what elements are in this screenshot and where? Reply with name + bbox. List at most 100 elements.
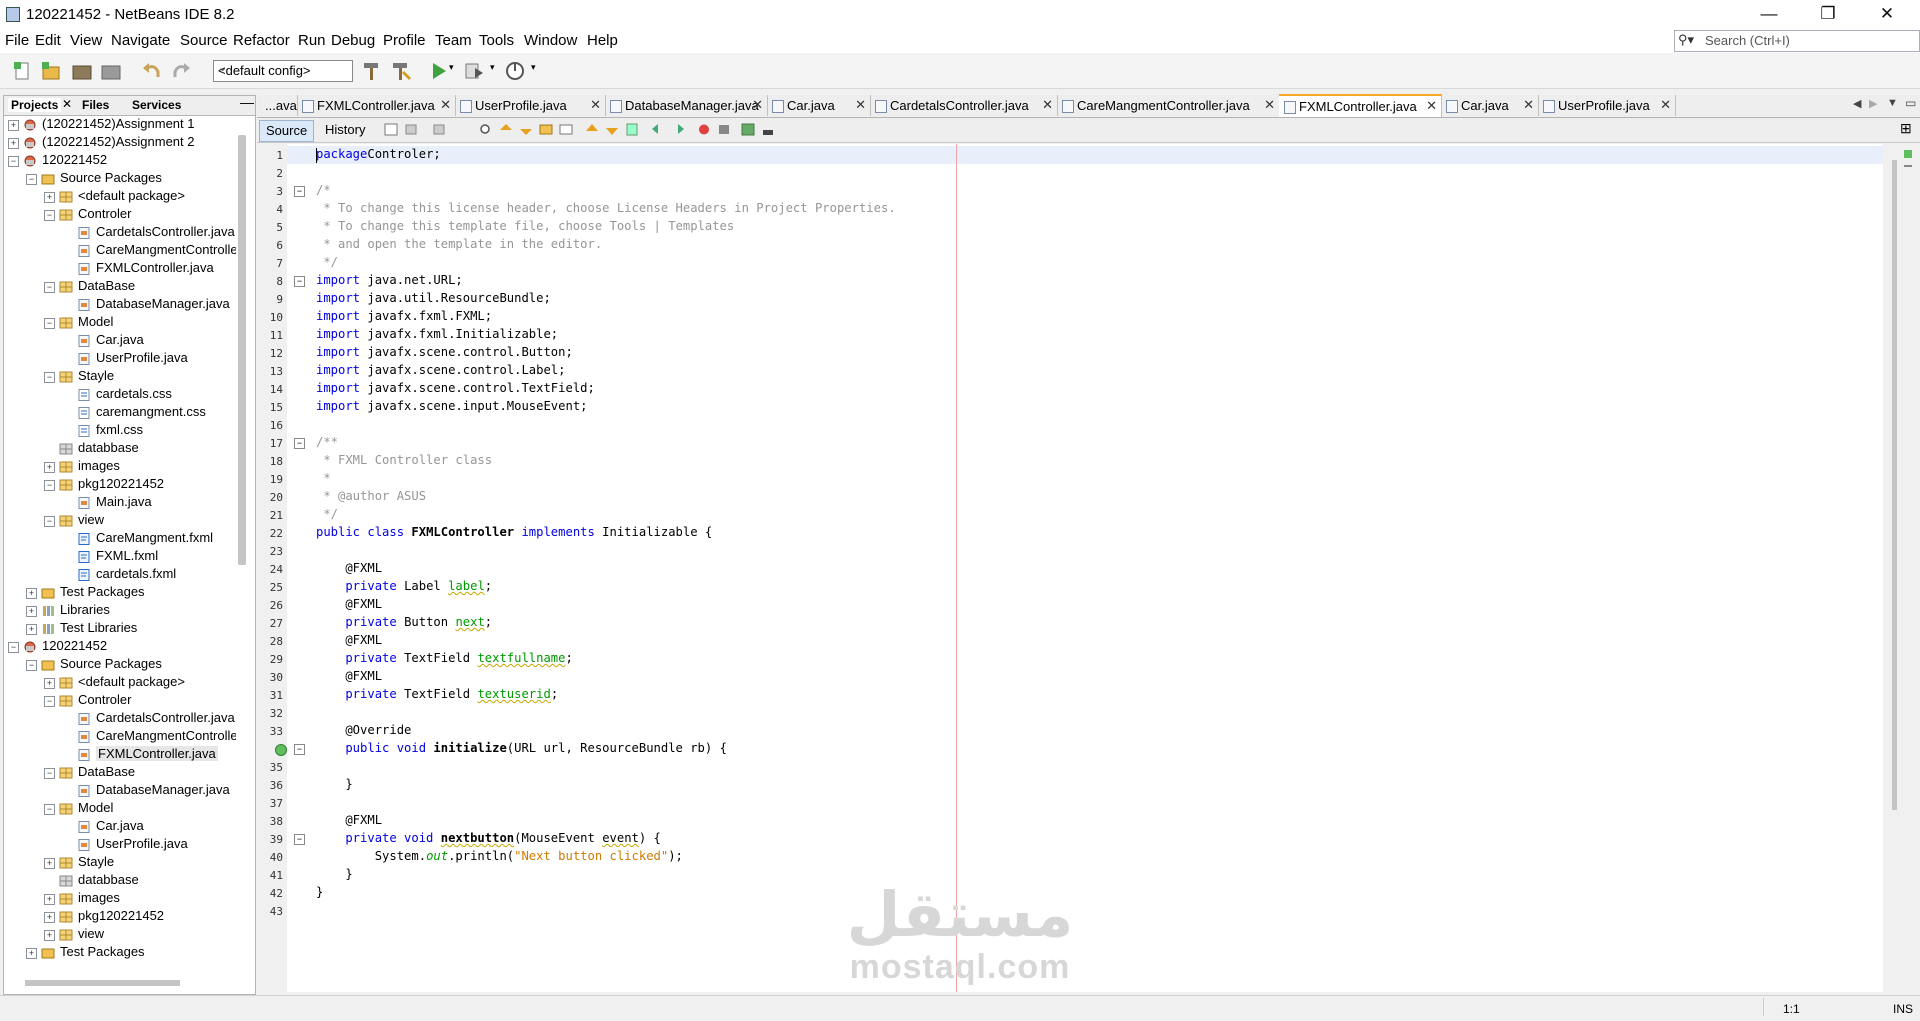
- tree-node[interactable]: FXML.fxml: [4, 548, 236, 566]
- editor-scrollbar-thumb[interactable]: [1892, 160, 1897, 810]
- tree-node[interactable]: DatabaseManager.java: [4, 782, 236, 800]
- menu-tools[interactable]: Tools: [479, 32, 514, 49]
- redo-icon[interactable]: [170, 60, 192, 82]
- start-macro-icon[interactable]: [697, 123, 711, 136]
- tree-node[interactable]: + images: [4, 890, 236, 908]
- collapse-icon[interactable]: −: [44, 516, 55, 527]
- expand-icon[interactable]: +: [44, 912, 55, 923]
- editor-tab[interactable]: UserProfile.java ✕: [1538, 95, 1676, 116]
- expand-icon[interactable]: +: [8, 120, 19, 131]
- fold-toggle-icon[interactable]: −: [294, 744, 305, 755]
- prev-bookmark-icon[interactable]: [585, 123, 599, 136]
- tree-node[interactable]: − Model: [4, 800, 236, 818]
- tree-node[interactable]: Main.java: [4, 494, 236, 512]
- config-select[interactable]: <default config> ⌄: [213, 60, 353, 82]
- close-project-icon[interactable]: [100, 60, 122, 82]
- menu-refactor[interactable]: Refactor: [233, 32, 290, 49]
- collapse-icon[interactable]: −: [44, 696, 55, 707]
- menu-window[interactable]: Window: [524, 32, 577, 49]
- tree-node[interactable]: − Controler: [4, 206, 236, 224]
- run-dropdown-icon[interactable]: ▾: [449, 62, 454, 73]
- tree-node[interactable]: − Controler: [4, 692, 236, 710]
- close-tab-icon[interactable]: ✕: [1660, 97, 1671, 113]
- maximize-editor-icon[interactable]: ▭: [1905, 96, 1916, 110]
- close-tab-icon[interactable]: ✕: [62, 97, 72, 111]
- debug-project-icon[interactable]: [463, 60, 485, 82]
- close-tab-icon[interactable]: ✕: [752, 97, 763, 113]
- tree-node[interactable]: CareMangment.fxml: [4, 530, 236, 548]
- undo-icon[interactable]: [141, 60, 163, 82]
- tree-node[interactable]: UserProfile.java: [4, 836, 236, 854]
- clean-build-icon[interactable]: [390, 60, 412, 82]
- editor-tab[interactable]: CareMangmentController.java ✕: [1057, 95, 1280, 116]
- tree-node[interactable]: + Test Libraries: [4, 620, 236, 638]
- collapse-icon[interactable]: −: [44, 282, 55, 293]
- close-window-button[interactable]: ✕: [1864, 3, 1910, 25]
- run-project-icon[interactable]: [428, 60, 450, 82]
- collapse-icon[interactable]: −: [44, 480, 55, 491]
- menu-team[interactable]: Team: [435, 32, 472, 49]
- tree-node[interactable]: UserProfile.java: [4, 350, 236, 368]
- next-bookmark-icon[interactable]: [605, 123, 619, 136]
- collapse-icon[interactable]: −: [44, 804, 55, 815]
- tree-node[interactable]: − Stayle: [4, 368, 236, 386]
- tree-node[interactable]: databbase: [4, 440, 236, 458]
- tree-node[interactable]: − Source Packages: [4, 656, 236, 674]
- find-previous-icon[interactable]: [499, 123, 513, 136]
- fold-toggle-icon[interactable]: −: [294, 276, 305, 287]
- find-icon[interactable]: [479, 123, 493, 136]
- expand-icon[interactable]: +: [44, 894, 55, 905]
- editor-tab[interactable]: FXMLController.java ✕: [1279, 94, 1442, 117]
- build-hammer-icon[interactable]: [361, 60, 383, 82]
- history-view-button[interactable]: History: [319, 120, 371, 140]
- tree-node[interactable]: caremangment.css: [4, 404, 236, 422]
- split-editor-icon[interactable]: ⊞: [1900, 120, 1912, 137]
- tree-node[interactable]: DatabaseManager.java: [4, 296, 236, 314]
- tree-node[interactable]: fxml.css: [4, 422, 236, 440]
- menu-file[interactable]: File: [5, 32, 29, 49]
- back-icon[interactable]: [405, 123, 419, 136]
- editor-tab[interactable]: FXMLController.java ✕: [297, 95, 456, 116]
- close-tab-icon[interactable]: ✕: [1042, 97, 1053, 113]
- expand-icon[interactable]: +: [26, 606, 37, 617]
- tree-node[interactable]: − 120221452: [4, 638, 236, 656]
- collapse-icon[interactable]: −: [26, 174, 37, 185]
- minimize-panel-icon[interactable]: —: [240, 94, 254, 110]
- collapse-icon[interactable]: −: [8, 156, 19, 167]
- tree-node[interactable]: Car.java: [4, 332, 236, 350]
- search-input[interactable]: ⚲▾ Search (Ctrl+I): [1674, 30, 1920, 52]
- tree-node[interactable]: + images: [4, 458, 236, 476]
- fold-toggle-icon[interactable]: −: [294, 438, 305, 449]
- editor-tab[interactable]: UserProfile.java ✕: [455, 95, 606, 116]
- new-project-icon[interactable]: [40, 60, 62, 82]
- tree-node[interactable]: + Stayle: [4, 854, 236, 872]
- menu-profile[interactable]: Profile: [383, 32, 426, 49]
- menu-view[interactable]: View: [70, 32, 102, 49]
- editor-tab[interactable]: ...ava: [257, 95, 298, 116]
- expand-icon[interactable]: +: [44, 462, 55, 473]
- open-project-icon[interactable]: [71, 60, 93, 82]
- tree-node[interactable]: CareMangmentController.java: [4, 242, 236, 260]
- expand-icon[interactable]: +: [44, 192, 55, 203]
- tab-files[interactable]: Files: [82, 98, 109, 112]
- menu-help[interactable]: Help: [587, 32, 618, 49]
- find-next-icon[interactable]: [519, 123, 533, 136]
- close-tab-icon[interactable]: ✕: [855, 97, 866, 113]
- tree-node[interactable]: cardetals.css: [4, 386, 236, 404]
- fold-toggle-icon[interactable]: −: [294, 186, 305, 197]
- stop-macro-icon[interactable]: [717, 123, 731, 136]
- tree-node[interactable]: + Test Packages: [4, 584, 236, 602]
- close-tab-icon[interactable]: ✕: [440, 97, 451, 113]
- tree-node[interactable]: CardetalsController.java: [4, 224, 236, 242]
- expand-icon[interactable]: +: [26, 624, 37, 635]
- collapse-icon[interactable]: −: [44, 210, 55, 221]
- tree-node[interactable]: CareMangmentController.java: [4, 728, 236, 746]
- tab-list-icon[interactable]: ▼: [1887, 97, 1898, 109]
- editor-tab[interactable]: CardetalsController.java ✕: [870, 95, 1058, 116]
- close-tab-icon[interactable]: ✕: [590, 97, 601, 113]
- tree-node[interactable]: − Source Packages: [4, 170, 236, 188]
- tree-node[interactable]: cardetals.fxml: [4, 566, 236, 584]
- tree-node[interactable]: CardetalsController.java: [4, 710, 236, 728]
- expand-icon[interactable]: +: [26, 588, 37, 599]
- debug-dropdown-icon[interactable]: ▾: [490, 62, 495, 73]
